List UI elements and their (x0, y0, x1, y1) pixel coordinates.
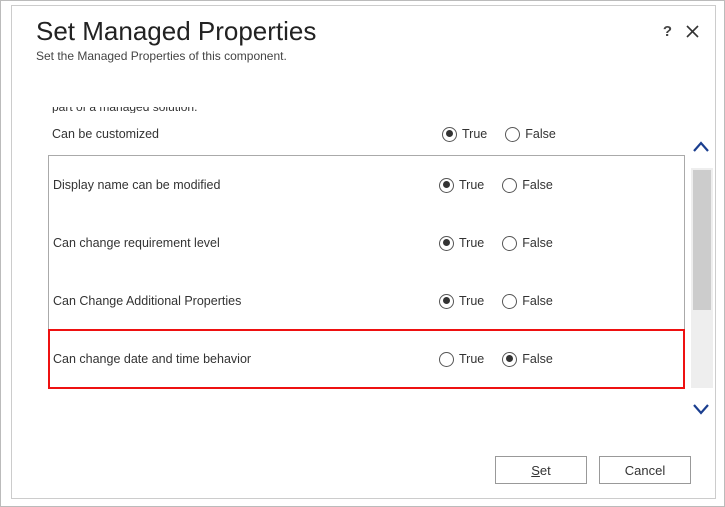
sub-properties-box: Display name can be modified True False (48, 155, 685, 389)
set-button-rest: et (540, 463, 551, 478)
radio-icon (502, 352, 517, 367)
row-additional-properties: Can Change Additional Properties True Fa… (49, 272, 684, 330)
scroll-down-arrow-icon[interactable] (687, 392, 715, 426)
radio-icon (439, 294, 454, 309)
scroll-up-arrow-icon[interactable] (687, 130, 715, 164)
label-can-be-customized: Can be customized (52, 127, 442, 141)
radio-label-false: False (525, 127, 556, 141)
radio-label-false: False (522, 178, 553, 192)
radio-label-true: True (459, 294, 484, 308)
dialog-footer: Set Cancel (495, 456, 691, 484)
close-icon[interactable] (686, 25, 699, 38)
radio-displayname-false[interactable]: False (502, 178, 553, 193)
radio-customized-false[interactable]: False (505, 127, 556, 142)
radio-label-true: True (459, 178, 484, 192)
dialog-title: Set Managed Properties (36, 16, 695, 47)
window-frame: Set Managed Properties Set the Managed P… (0, 0, 725, 507)
radio-label-false: False (522, 236, 553, 250)
radio-datetime-false[interactable]: False (502, 352, 553, 367)
dialog-subtitle: Set the Managed Properties of this compo… (36, 49, 695, 63)
radio-icon (505, 127, 520, 142)
set-button-accel: S (531, 463, 540, 478)
radio-reqlevel-true[interactable]: True (439, 236, 484, 251)
truncated-text: part of a managed solution. (48, 107, 685, 113)
radio-datetime-true[interactable]: True (439, 352, 484, 367)
help-icon[interactable]: ? (663, 24, 672, 39)
cancel-button[interactable]: Cancel (599, 456, 691, 484)
label-requirement-level: Can change requirement level (53, 236, 439, 250)
radio-additional-false[interactable]: False (502, 294, 553, 309)
label-date-time-behavior: Can change date and time behavior (53, 352, 439, 366)
radio-icon (439, 352, 454, 367)
scrollbar-track[interactable] (691, 168, 713, 388)
content-area: part of a managed solution. Can be custo… (48, 107, 685, 389)
radio-icon (442, 127, 457, 142)
scrollbar-thumb[interactable] (693, 170, 711, 310)
dialog: Set Managed Properties Set the Managed P… (11, 5, 716, 499)
row-display-name: Display name can be modified True False (49, 156, 684, 214)
cancel-button-label: Cancel (625, 463, 665, 478)
set-button[interactable]: Set (495, 456, 587, 484)
row-can-be-customized: Can be customized True False (48, 119, 685, 149)
radio-displayname-true[interactable]: True (439, 178, 484, 193)
row-requirement-level: Can change requirement level True False (49, 214, 684, 272)
radio-icon (439, 178, 454, 193)
dialog-header: Set Managed Properties Set the Managed P… (12, 6, 715, 71)
radio-icon (502, 294, 517, 309)
radio-additional-true[interactable]: True (439, 294, 484, 309)
radio-icon (502, 236, 517, 251)
radio-icon (502, 178, 517, 193)
radio-customized-true[interactable]: True (442, 127, 487, 142)
radio-label-false: False (522, 294, 553, 308)
radio-reqlevel-false[interactable]: False (502, 236, 553, 251)
radio-label-false: False (522, 352, 553, 366)
row-date-time-behavior: Can change date and time behavior True F… (49, 330, 684, 388)
radio-label-true: True (459, 236, 484, 250)
label-additional-properties: Can Change Additional Properties (53, 294, 439, 308)
radio-label-true: True (462, 127, 487, 141)
label-display-name: Display name can be modified (53, 178, 439, 192)
radio-icon (439, 236, 454, 251)
radio-label-true: True (459, 352, 484, 366)
